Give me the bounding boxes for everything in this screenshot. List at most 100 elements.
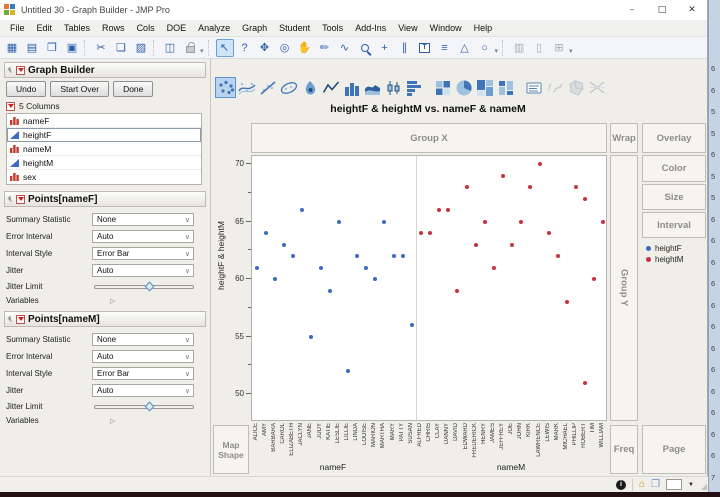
column-item-heightM[interactable]: heightM xyxy=(7,156,201,170)
gallery-mosaic-icon[interactable] xyxy=(495,77,516,98)
data-point-heightM[interactable] xyxy=(446,208,451,212)
menu-window[interactable]: Window xyxy=(424,21,468,35)
drop-zone-group-y[interactable]: Group Y xyxy=(610,155,638,421)
disclosure-arrow-icon[interactable]: ▷ xyxy=(110,297,115,305)
menu-tools[interactable]: Tools xyxy=(316,21,349,35)
drop-zone-color[interactable]: Color xyxy=(642,155,706,182)
data-point-heightF[interactable] xyxy=(373,277,378,281)
gallery-box-plot-icon[interactable] xyxy=(383,77,404,98)
drop-zone-interval[interactable]: Interval xyxy=(642,212,706,238)
info-icon[interactable]: i xyxy=(616,479,627,490)
maximize-button[interactable]: □ xyxy=(647,0,677,20)
undo-button[interactable]: Undo xyxy=(6,81,47,97)
red-triangle-menu-icon[interactable] xyxy=(16,194,25,204)
column-item-heightF[interactable]: heightF xyxy=(7,128,201,142)
close-button[interactable]: ✕ xyxy=(677,0,707,20)
drop-zone-wrap[interactable]: Wrap xyxy=(610,123,638,153)
polygon-annotate-tool-icon[interactable]: △ xyxy=(456,39,474,57)
menu-help[interactable]: Help xyxy=(468,21,499,35)
arrow-tool-icon[interactable]: ↖ xyxy=(215,38,234,57)
column-item-nameM[interactable]: nameM xyxy=(7,142,201,156)
new-journal-icon[interactable]: ▤ xyxy=(23,39,41,57)
property-dropdown-error-interval[interactable]: Auto ∨ xyxy=(92,230,194,243)
data-point-heightF[interactable] xyxy=(327,288,332,293)
property-dropdown-jitter[interactable]: Auto ∨ xyxy=(92,264,194,277)
data-point-heightM[interactable] xyxy=(437,208,442,212)
gallery-ellipse-icon[interactable] xyxy=(278,77,299,98)
drop-zone-overlay[interactable]: Overlay xyxy=(642,123,706,153)
paintbrush-tool-icon[interactable]: ✏ xyxy=(316,39,334,57)
save-session-icon[interactable]: ▥ xyxy=(510,39,528,57)
data-point-heightM[interactable] xyxy=(418,231,423,235)
menu-view[interactable]: View xyxy=(392,21,423,35)
property-dropdown-interval-style[interactable]: Error Bar ∨ xyxy=(92,367,194,380)
drop-zone-group-x[interactable]: Group X xyxy=(251,123,607,153)
toolbar-overflow-icon[interactable]: ▾ xyxy=(495,47,499,55)
menu-student[interactable]: Student xyxy=(273,21,316,35)
data-point-heightM[interactable] xyxy=(564,300,569,304)
paste-icon[interactable]: ▨ xyxy=(132,39,150,57)
gallery-area-icon[interactable] xyxy=(362,77,383,98)
data-point-heightM[interactable] xyxy=(537,162,542,166)
new-data-table-icon[interactable]: ▦ xyxy=(3,39,21,57)
menu-edit[interactable]: Edit xyxy=(31,21,59,35)
jitter-limit-slider[interactable] xyxy=(94,401,194,411)
data-point-heightF[interactable] xyxy=(336,219,341,224)
done-button[interactable]: Done xyxy=(113,81,154,97)
menu-analyze[interactable]: Analyze xyxy=(192,21,236,35)
data-point-heightF[interactable] xyxy=(364,265,369,270)
gallery-pie-icon[interactable] xyxy=(453,77,474,98)
drop-zone-freq[interactable]: Freq xyxy=(610,425,638,474)
toolbar-overflow-icon[interactable]: ▾ xyxy=(569,47,573,55)
window-layout-icon[interactable]: ❐ xyxy=(651,479,660,490)
help-tool-icon[interactable]: ? xyxy=(236,39,254,57)
gallery-treemap-icon[interactable] xyxy=(474,77,495,98)
data-point-heightM[interactable] xyxy=(555,254,560,258)
magnifier-tool-icon[interactable] xyxy=(356,39,374,57)
oval-annotate-tool-icon[interactable]: ○ xyxy=(476,39,494,57)
column-item-nameF[interactable]: nameF xyxy=(7,114,201,128)
red-triangle-menu-icon[interactable] xyxy=(16,65,25,75)
legend-item-heightM[interactable]: heightM xyxy=(646,254,683,265)
gallery-bar-icon[interactable] xyxy=(341,77,362,98)
property-dropdown-jitter[interactable]: Auto ∨ xyxy=(92,384,194,397)
data-point-heightM[interactable] xyxy=(464,185,469,189)
property-dropdown-interval-style[interactable]: Error Bar ∨ xyxy=(92,247,194,260)
drop-zone-size[interactable]: Size xyxy=(642,184,706,210)
data-point-heightF[interactable] xyxy=(263,231,268,235)
crosshair-tool-icon[interactable]: + xyxy=(376,39,394,57)
slider-thumb[interactable] xyxy=(144,281,155,291)
annotate-tool-icon[interactable]: T xyxy=(416,39,434,57)
gallery-histogram-icon[interactable] xyxy=(404,77,425,98)
data-point-heightF[interactable] xyxy=(318,265,323,270)
collapse-triangle-icon[interactable] xyxy=(7,195,15,203)
menu-tables[interactable]: Tables xyxy=(58,21,96,35)
script-window-icon[interactable]: ◫ xyxy=(161,39,179,57)
slider-thumb[interactable] xyxy=(144,401,155,411)
data-point-heightM[interactable] xyxy=(592,277,597,281)
hand-tool-icon[interactable]: ✋ xyxy=(296,39,314,57)
data-point-heightF[interactable] xyxy=(281,242,286,247)
data-point-heightM[interactable] xyxy=(455,288,460,293)
gallery-parallel-icon[interactable] xyxy=(586,77,607,98)
gallery-map-shapes-icon[interactable] xyxy=(565,77,586,98)
lock-icon[interactable] xyxy=(181,39,199,57)
points-panel-header-0[interactable]: Points[nameF] xyxy=(4,191,206,207)
data-point-heightF[interactable] xyxy=(345,369,350,373)
data-point-heightM[interactable] xyxy=(501,173,505,178)
drop-zone-page[interactable]: Page xyxy=(642,425,706,474)
property-dropdown-summary-statistic[interactable]: None ∨ xyxy=(92,333,194,346)
data-point-heightF[interactable] xyxy=(300,208,305,212)
data-point-heightM[interactable] xyxy=(583,380,588,385)
points-panel-header-1[interactable]: Points[nameM] xyxy=(4,311,206,327)
data-point-heightM[interactable] xyxy=(491,265,496,270)
toolbar-overflow-icon[interactable]: ▾ xyxy=(200,47,204,55)
column-item-sex[interactable]: sex xyxy=(7,170,201,184)
legend-item-heightF[interactable]: heightF xyxy=(646,243,683,254)
cut-icon[interactable]: ✂ xyxy=(92,39,110,57)
add-icon[interactable]: ⊞ xyxy=(550,39,568,57)
data-point-heightM[interactable] xyxy=(583,196,588,201)
plot-area[interactable] xyxy=(251,155,607,421)
data-point-heightM[interactable] xyxy=(482,219,487,224)
gallery-line-of-fit-icon[interactable] xyxy=(257,77,278,98)
